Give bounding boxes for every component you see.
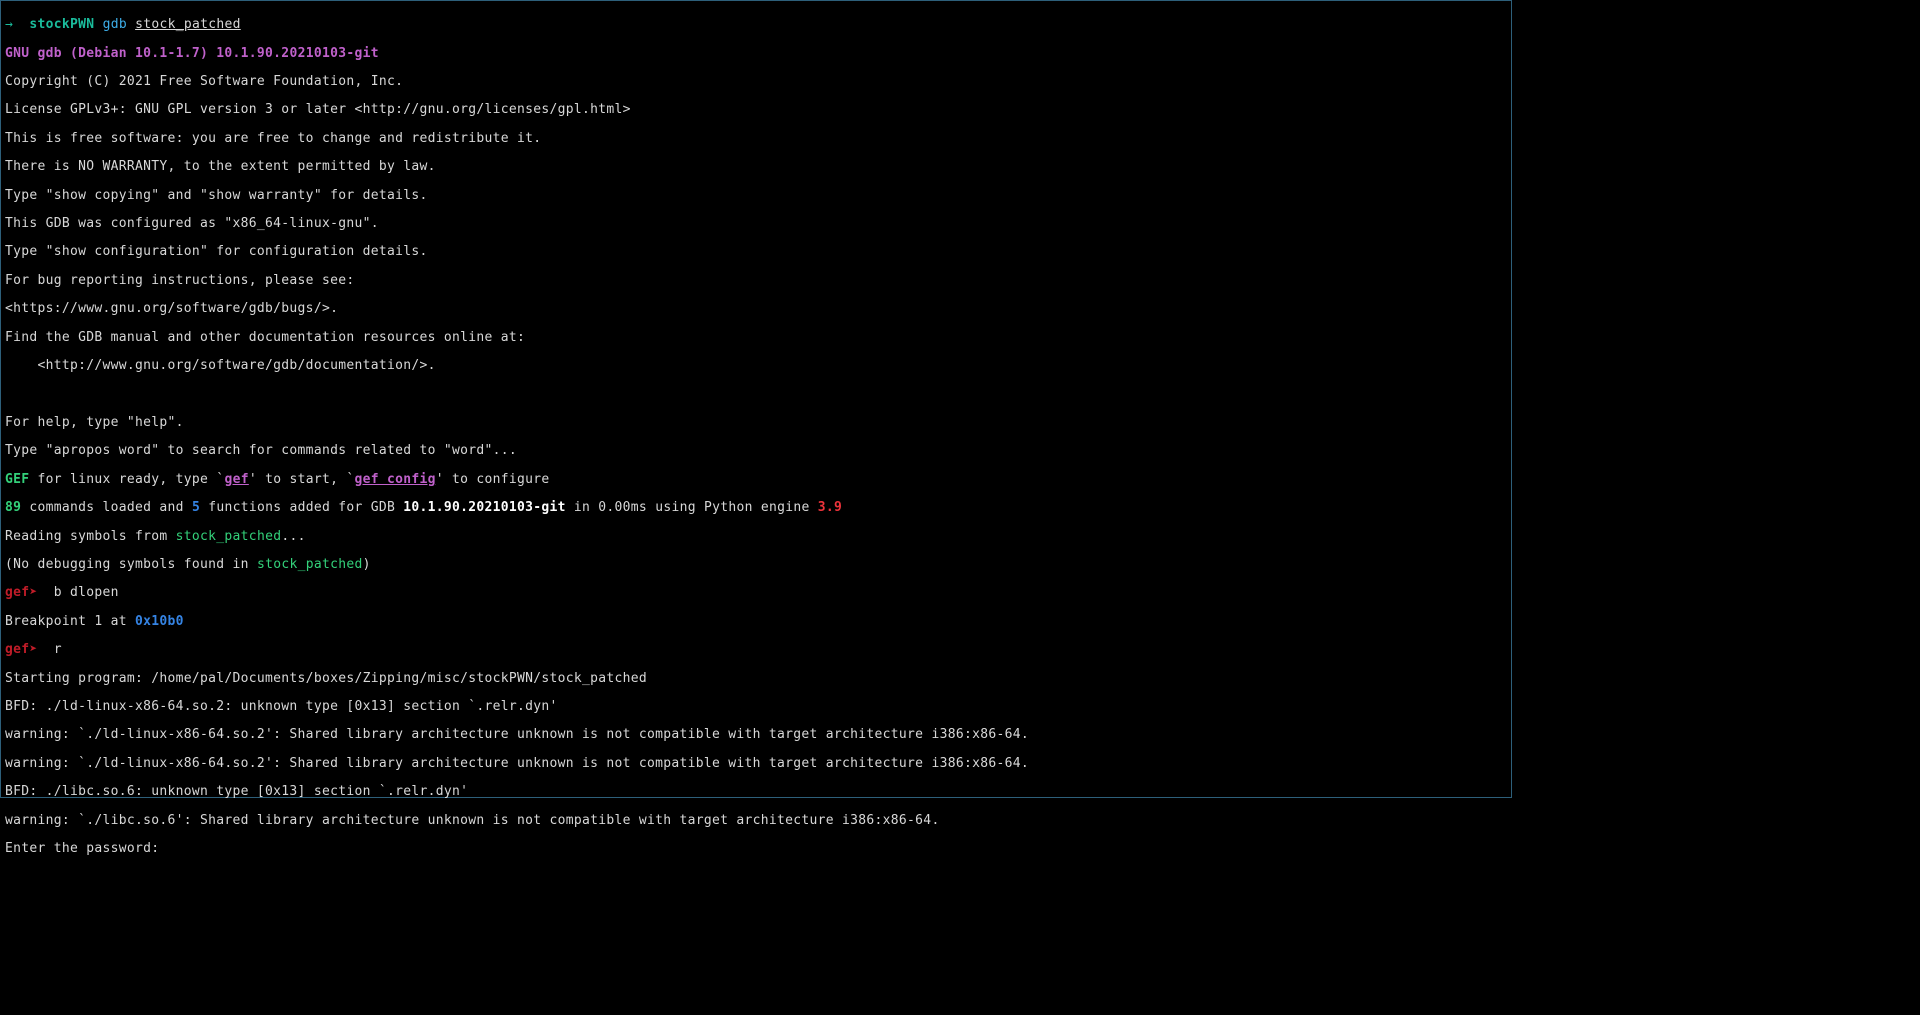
breakpoint-line: Breakpoint 1 at 0x10b0 bbox=[5, 615, 1507, 629]
reading-symbols-line: Reading symbols from stock_patched... bbox=[5, 530, 1507, 544]
prompt-command: gdb bbox=[103, 17, 127, 32]
starting-program-line: Starting program: /home/pal/Documents/bo… bbox=[5, 672, 1507, 686]
gdb-banner-line: This GDB was configured as "x86_64-linux… bbox=[5, 217, 1507, 231]
gef-link: gef bbox=[224, 472, 248, 487]
gef-config-link: gef config bbox=[354, 472, 435, 487]
prompt-arrow-icon: → bbox=[5, 17, 13, 32]
arch-warning-line: warning: `./ld-linux-x86-64.so.2': Share… bbox=[5, 757, 1507, 771]
gef-loaded-line: 89 commands loaded and 5 functions added… bbox=[5, 501, 1507, 515]
program-input-prompt[interactable]: Enter the password: bbox=[5, 842, 1507, 856]
gdb-banner-blank bbox=[5, 387, 1507, 401]
gef-ready-line: GEF for linux ready, type `gef' to start… bbox=[5, 473, 1507, 487]
gdb-banner-version: GNU gdb (Debian 10.1-1.7) 10.1.90.202101… bbox=[5, 47, 1507, 61]
gdb-banner-line: This is free software: you are free to c… bbox=[5, 132, 1507, 146]
user-command[interactable]: b dlopen bbox=[38, 585, 119, 600]
gef-prompt-line: gef➤ r bbox=[5, 643, 1507, 657]
gef-prompt: gef➤ bbox=[5, 642, 38, 657]
gdb-banner-line: Type "show copying" and "show warranty" … bbox=[5, 189, 1507, 203]
prompt-cwd: stockPWN bbox=[29, 17, 94, 32]
gdb-banner-line: Find the GDB manual and other documentat… bbox=[5, 331, 1507, 345]
gdb-banner-line: There is NO WARRANTY, to the extent perm… bbox=[5, 160, 1507, 174]
gdb-banner-line: For bug reporting instructions, please s… bbox=[5, 274, 1507, 288]
prompt-arg: stock_patched bbox=[135, 17, 241, 32]
gdb-banner-line: Copyright (C) 2021 Free Software Foundat… bbox=[5, 75, 1507, 89]
nodebug-symbols-line: (No debugging symbols found in stock_pat… bbox=[5, 558, 1507, 572]
gdb-banner-line: <https://www.gnu.org/software/gdb/bugs/>… bbox=[5, 302, 1507, 316]
gdb-banner-line: Type "show configuration" for configurat… bbox=[5, 245, 1507, 259]
bfd-warning-line: BFD: ./ld-linux-x86-64.so.2: unknown typ… bbox=[5, 700, 1507, 714]
gdb-banner-line: <http://www.gnu.org/software/gdb/documen… bbox=[5, 359, 1507, 373]
gef-label: GEF bbox=[5, 472, 29, 487]
gdb-banner-line: For help, type "help". bbox=[5, 416, 1507, 430]
bfd-warning-line: BFD: ./libc.so.6: unknown type [0x13] se… bbox=[5, 785, 1507, 799]
gef-prompt: gef➤ bbox=[5, 585, 38, 600]
arch-warning-line: warning: `./ld-linux-x86-64.so.2': Share… bbox=[5, 728, 1507, 742]
breakpoint-address: 0x10b0 bbox=[135, 614, 184, 629]
shell-prompt-line: → stockPWN gdb stock_patched bbox=[5, 18, 1507, 32]
gdb-banner-line: Type "apropos word" to search for comman… bbox=[5, 444, 1507, 458]
gdb-banner-line: License GPLv3+: GNU GPL version 3 or lat… bbox=[5, 103, 1507, 117]
gef-prompt-line: gef➤ b dlopen bbox=[5, 586, 1507, 600]
terminal-window[interactable]: → stockPWN gdb stock_patched GNU gdb (De… bbox=[0, 0, 1512, 798]
arch-warning-line: warning: `./libc.so.6': Shared library a… bbox=[5, 814, 1507, 828]
user-command[interactable]: r bbox=[38, 642, 62, 657]
